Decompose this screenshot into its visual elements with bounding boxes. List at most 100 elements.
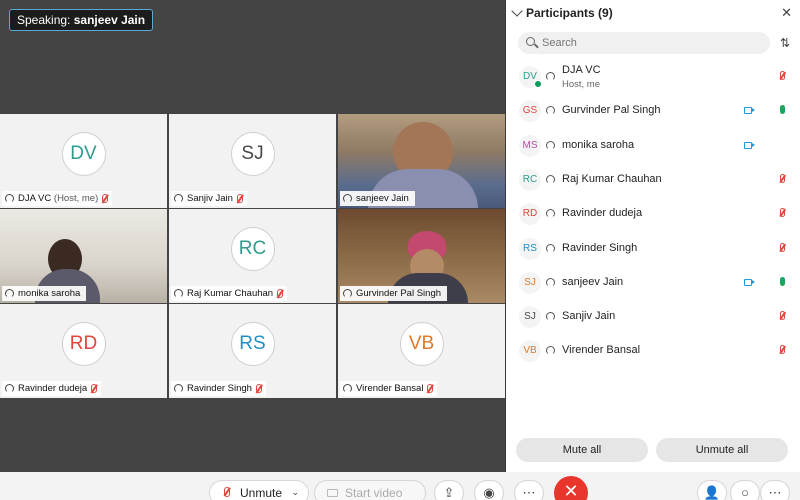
headset-icon bbox=[343, 384, 352, 393]
avatar: RC bbox=[519, 168, 541, 191]
participant-row[interactable]: VB Virender Bansal bbox=[506, 334, 800, 368]
tile-name: Ravinder Singh bbox=[187, 383, 252, 394]
chevron-down-icon[interactable]: ⌄ bbox=[291, 487, 299, 498]
mic-muted-icon bbox=[427, 384, 434, 393]
video-tile-active[interactable]: sanjeev Jain bbox=[338, 114, 505, 208]
participant-name: Ravinder Singh bbox=[562, 241, 638, 254]
end-call-icon: ✕ bbox=[563, 481, 579, 500]
mic-muted-icon[interactable] bbox=[780, 208, 785, 218]
panel-title: Participants (9) bbox=[526, 6, 613, 20]
tile-label: Raj Kumar Chauhan bbox=[171, 286, 288, 301]
participant-row[interactable]: DV DJA VC Host, me bbox=[506, 60, 800, 94]
tile-name: Virender Bansal bbox=[356, 383, 424, 394]
camera-icon bbox=[744, 107, 755, 115]
mic-muted-icon[interactable] bbox=[780, 71, 785, 80]
tile-label: Ravinder Singh bbox=[171, 381, 266, 396]
participant-row[interactable]: SJ sanjeev Jain bbox=[506, 266, 800, 300]
mute-all-button[interactable]: Mute all bbox=[516, 438, 648, 462]
share-button[interactable]: ⇪ bbox=[434, 480, 464, 500]
video-grid: DV DJA VC (Host, me) SJ Sanjiv Jain sanj… bbox=[0, 114, 505, 398]
mic-icon[interactable] bbox=[780, 276, 785, 286]
chevron-down-icon[interactable] bbox=[511, 5, 523, 17]
mic-muted-icon bbox=[255, 384, 262, 393]
mic-muted-icon bbox=[224, 487, 230, 497]
mic-muted-icon bbox=[277, 289, 284, 298]
sort-icon[interactable]: ⇅ bbox=[780, 36, 794, 50]
mic-muted-icon[interactable] bbox=[780, 173, 785, 183]
participant-row[interactable]: MS monika saroha bbox=[506, 129, 800, 163]
tile-name: monika saroha bbox=[18, 288, 81, 299]
more-button[interactable]: ⋯ bbox=[514, 480, 544, 500]
tile-label: Sanjiv Jain bbox=[171, 191, 247, 206]
participant-name: sanjeev Jain bbox=[562, 275, 624, 288]
video-tile[interactable]: VB Virender Bansal bbox=[338, 304, 505, 398]
headset-icon bbox=[343, 289, 352, 298]
speaking-name: sanjeev Jain bbox=[73, 13, 146, 27]
unmute-all-button[interactable]: Unmute all bbox=[656, 438, 788, 462]
participant-name: monika saroha bbox=[562, 138, 635, 151]
tile-name: Sanjiv Jain bbox=[187, 193, 233, 204]
avatar: VB bbox=[519, 340, 541, 363]
mic-muted-icon bbox=[236, 194, 243, 203]
participant-row[interactable]: GS Gurvinder Pal Singh bbox=[506, 94, 800, 128]
start-video-label: Start video bbox=[345, 486, 403, 500]
record-button[interactable]: ◉ bbox=[474, 480, 504, 500]
headset-icon bbox=[5, 384, 14, 393]
record-icon: ◉ bbox=[483, 485, 495, 500]
tile-label: Gurvinder Pal Singh bbox=[340, 286, 448, 301]
participant-row[interactable]: RC Raj Kumar Chauhan bbox=[506, 163, 800, 197]
avatar: SJ bbox=[519, 306, 541, 329]
bottom-toolbar: Unmute ⌄ Start video ⇪ ◉ ⋯ 👤 ○ ⋯ bbox=[0, 472, 800, 500]
avatar: MS bbox=[519, 134, 541, 157]
mic-muted-icon[interactable] bbox=[780, 242, 785, 252]
avatar: SJ bbox=[230, 132, 275, 176]
tile-name: Raj Kumar Chauhan bbox=[187, 288, 274, 299]
video-tile[interactable]: RS Ravinder Singh bbox=[169, 304, 336, 398]
tile-name: Ravinder dudeja bbox=[18, 383, 88, 394]
participant-row[interactable]: RS Ravinder Singh bbox=[506, 232, 800, 266]
mic-icon[interactable] bbox=[780, 105, 785, 115]
video-tile[interactable]: RC Raj Kumar Chauhan bbox=[169, 209, 336, 303]
close-icon[interactable]: ✕ bbox=[781, 5, 792, 21]
mic-muted-icon[interactable] bbox=[780, 311, 785, 321]
participant-row[interactable]: RD Ravinder dudeja bbox=[506, 197, 800, 231]
headset-icon bbox=[5, 289, 14, 298]
avatar: RD bbox=[519, 203, 541, 226]
avatar: RC bbox=[230, 227, 275, 271]
tile-label: monika saroha bbox=[2, 286, 87, 301]
headset-icon bbox=[174, 194, 183, 203]
video-tile[interactable]: monika saroha bbox=[0, 209, 167, 303]
participant-name: Gurvinder Pal Singh bbox=[562, 104, 661, 117]
avatar: RS bbox=[230, 322, 275, 366]
participants-button[interactable]: 👤 bbox=[697, 480, 727, 500]
chat-button[interactable]: ○ bbox=[730, 480, 760, 500]
search-icon bbox=[526, 37, 535, 46]
tile-label: sanjeev Jain bbox=[340, 191, 415, 206]
tile-label: Virender Bansal bbox=[340, 381, 438, 396]
video-tile[interactable]: DV DJA VC (Host, me) bbox=[0, 114, 167, 208]
camera-icon bbox=[744, 141, 755, 149]
participants-icon: 👤 bbox=[703, 485, 721, 500]
search-input[interactable] bbox=[542, 36, 742, 50]
headset-icon bbox=[546, 72, 555, 81]
start-video-button[interactable]: Start video bbox=[314, 480, 426, 500]
mic-muted-icon[interactable] bbox=[780, 345, 785, 355]
unmute-label: Unmute bbox=[240, 486, 283, 500]
headset-icon bbox=[546, 174, 555, 184]
participant-row[interactable]: SJ Sanjiv Jain bbox=[506, 300, 800, 334]
video-tile[interactable]: SJ Sanjiv Jain bbox=[169, 114, 336, 208]
more-icon: ⋯ bbox=[768, 485, 782, 500]
headset-icon bbox=[5, 194, 14, 203]
avatar: RD bbox=[61, 322, 106, 366]
participant-sub: Host, me bbox=[562, 79, 601, 90]
video-tile[interactable]: Gurvinder Pal Singh bbox=[338, 209, 505, 303]
tile-sub: (Host, me) bbox=[53, 193, 99, 204]
participant-name: Sanjiv Jain bbox=[562, 310, 616, 323]
participant-name: Virender Bansal bbox=[562, 344, 641, 357]
more-options-button[interactable]: ⋯ bbox=[760, 480, 790, 500]
video-tile[interactable]: RD Ravinder dudeja bbox=[0, 304, 167, 398]
headset-icon bbox=[343, 194, 352, 203]
tile-name: DJA VC bbox=[18, 193, 52, 204]
panel-header: Participants (9) ✕ bbox=[506, 0, 800, 26]
unmute-button[interactable]: Unmute ⌄ bbox=[209, 480, 309, 500]
